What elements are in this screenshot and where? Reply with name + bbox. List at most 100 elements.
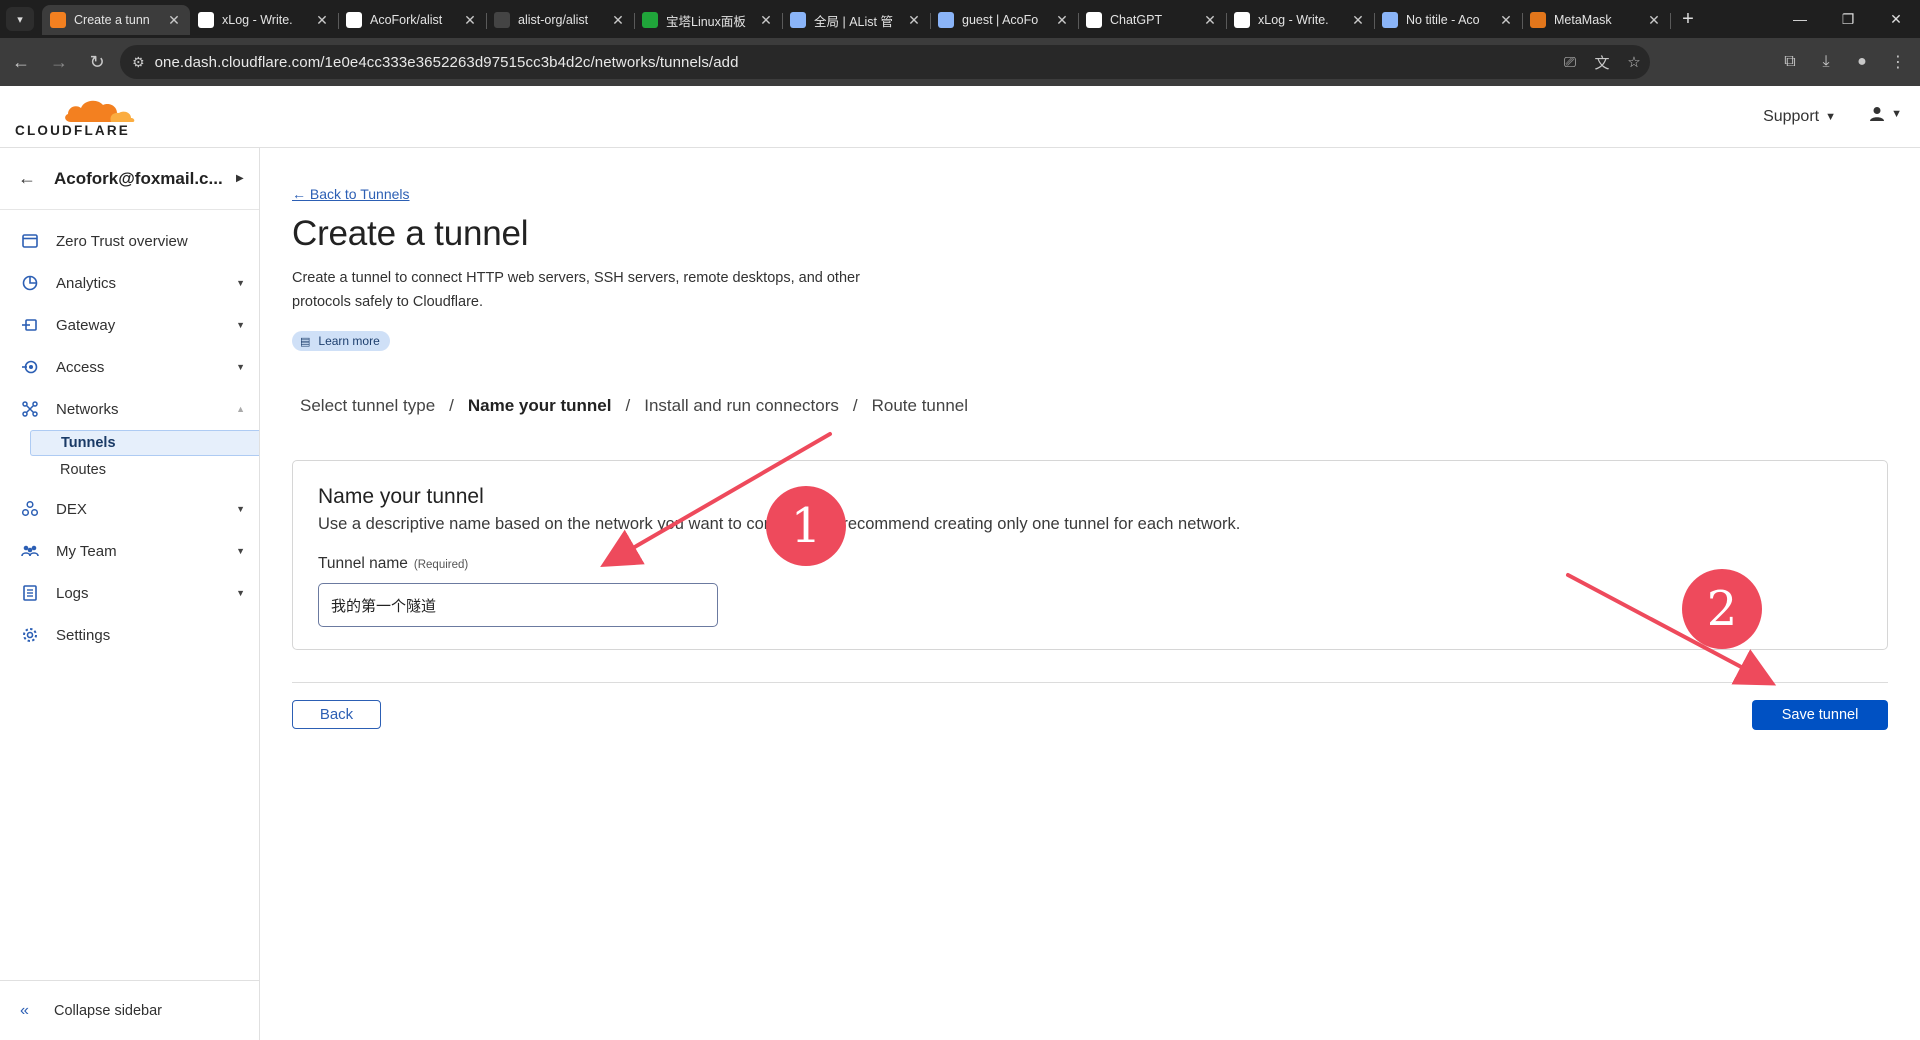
sidebar-item-analytics[interactable]: Analytics ▼ (0, 262, 259, 304)
close-tab-icon[interactable]: ✕ (1202, 12, 1218, 28)
browser-tab[interactable]: AcoFork/alist ✕ (338, 5, 487, 35)
browser-tab[interactable]: xLog - Write. ✕ (1226, 5, 1375, 35)
collapse-sidebar-button[interactable]: « Collapse sidebar (0, 980, 259, 1040)
tab-search-button[interactable]: ▾ (6, 7, 34, 31)
browser-tab[interactable]: guest | AcoFo ✕ (930, 5, 1079, 35)
browser-tab[interactable]: alist-org/alist ✕ (486, 5, 635, 35)
sidebar-item-label: Settings (56, 626, 111, 644)
close-tab-icon[interactable]: ✕ (1350, 12, 1366, 28)
chevron-down-icon: ▾ (17, 13, 23, 26)
wizard-step: Name your tunnel (467, 396, 612, 415)
caret-down-icon: ▼ (236, 278, 245, 288)
profile-icon[interactable]: ● (1844, 53, 1880, 71)
download-icon[interactable]: ⤓ (1808, 53, 1844, 71)
tunnel-name-label-text: Tunnel name (318, 555, 408, 572)
close-tab-icon[interactable]: ✕ (462, 12, 478, 28)
support-menu[interactable]: Support ▼ (1763, 108, 1836, 126)
close-tab-icon[interactable]: ✕ (758, 12, 774, 28)
restore-icon: ❐ (1841, 10, 1855, 27)
alist-favicon (790, 12, 806, 28)
caret-down-icon: ▼ (1825, 111, 1836, 123)
window-controls: — ❐ ✕ (1776, 0, 1920, 38)
browser-tab-label: 宝塔Linux面板 (666, 14, 746, 29)
toolbar-actions: ⧉ ⤓ ● ⋮ (1772, 45, 1916, 79)
breadcrumb-separator: / (852, 396, 858, 415)
account-switcher[interactable]: ← Acofork@foxmail.c... ▶ (0, 148, 259, 210)
account-name: Acofork@foxmail.c... (54, 168, 223, 188)
bookmark-star-icon[interactable]: ☆ (1618, 53, 1650, 71)
dex-icon (20, 500, 40, 518)
tunnel-name-input[interactable] (318, 583, 718, 627)
back-to-tunnels-link[interactable]: ← Back to Tunnels (292, 186, 410, 202)
new-tab-button[interactable]: + (1674, 5, 1702, 33)
sidebar-subitem-routes[interactable]: Routes (0, 456, 259, 484)
install-app-icon[interactable]: ⎚ (1554, 54, 1586, 71)
site-info-icon[interactable]: ⚙ (132, 54, 145, 71)
close-tab-icon[interactable]: ✕ (1054, 12, 1070, 28)
network-icon (20, 400, 40, 418)
sidebar: ← Acofork@foxmail.c... ▶ Zero Trust over… (0, 148, 260, 1040)
sidebar-item-gateway[interactable]: Gateway ▼ (0, 304, 259, 346)
sidebar-item-settings[interactable]: Settings (0, 614, 259, 656)
browser-tab[interactable]: No titile - Aco ✕ (1374, 5, 1523, 35)
close-window-button[interactable]: ✕ (1872, 0, 1920, 38)
arrow-left-icon: ← (12, 51, 30, 72)
form-divider (292, 682, 1888, 683)
minimize-button[interactable]: — (1776, 0, 1824, 38)
address-bar[interactable]: ⚙ one.dash.cloudflare.com/1e0e4cc333e365… (120, 45, 1650, 79)
arrow-left-icon[interactable]: ← (18, 168, 38, 189)
browser-tab[interactable]: Create a tunn ✕ (42, 5, 190, 35)
extensions-icon[interactable]: ⧉ (1772, 53, 1808, 71)
back-button[interactable]: Back (292, 700, 381, 729)
sidebar-item-logs[interactable]: Logs ▼ (0, 572, 259, 614)
close-tab-icon[interactable]: ✕ (906, 12, 922, 28)
sidebar-subitem-tunnels[interactable]: Tunnels (30, 430, 259, 456)
sidebar-item-label: Logs (56, 584, 89, 602)
browser-tab-label: MetaMask (1554, 13, 1612, 27)
learn-more-badge[interactable]: ▤ Learn more (292, 331, 390, 351)
browser-tab[interactable]: ChatGPT ✕ (1078, 5, 1227, 35)
sidebar-item-label: Access (56, 358, 105, 376)
wizard-step: Install and run connectors (644, 396, 839, 415)
close-tab-icon[interactable]: ✕ (1646, 12, 1662, 28)
translate-icon[interactable]: 文 (1586, 52, 1618, 73)
browser-tab[interactable]: xLog - Write. ✕ (190, 5, 339, 35)
forward-nav-button[interactable]: → (42, 45, 76, 79)
sidebar-item-dex[interactable]: DEX ▼ (0, 488, 259, 530)
back-nav-button[interactable]: ← (4, 45, 38, 79)
browser-tab[interactable]: MetaMask ✕ (1522, 5, 1671, 35)
double-chevron-left-icon: « (20, 1001, 29, 1019)
learn-more-label: Learn more (318, 334, 380, 348)
name-tunnel-card: Name your tunnel Use a descriptive name … (292, 460, 1888, 650)
github-favicon (494, 12, 510, 28)
close-tab-icon[interactable]: ✕ (166, 12, 182, 28)
wizard-step: Route tunnel (871, 396, 969, 415)
xlog-favicon (1234, 12, 1250, 28)
github-favicon (346, 12, 362, 28)
page-description: Create a tunnel to connect HTTP web serv… (292, 270, 860, 310)
caret-down-icon: ▼ (236, 320, 245, 330)
caret-down-icon: ▼ (236, 588, 245, 598)
close-tab-icon[interactable]: ✕ (1498, 12, 1514, 28)
breadcrumb-separator: / (625, 396, 631, 415)
browser-tab[interactable]: 全局 | AList 管 ✕ (782, 5, 931, 35)
browser-tab[interactable]: 宝塔Linux面板 ✕ (634, 5, 783, 35)
caret-up-icon: ▲ (236, 404, 245, 414)
kebab-menu-icon[interactable]: ⋮ (1880, 52, 1916, 72)
close-tab-icon[interactable]: ✕ (610, 12, 626, 28)
sidebar-item-zero-trust-overview[interactable]: Zero Trust overview (0, 220, 259, 262)
metamask-favicon (1530, 12, 1546, 28)
close-tab-icon[interactable]: ✕ (314, 12, 330, 28)
browser-tab-label: ChatGPT (1110, 13, 1163, 27)
browser-tab-label: No titile - Aco (1406, 13, 1480, 27)
reload-button[interactable]: ↻ (80, 45, 114, 79)
cloudflare-logo[interactable]: CLOUDFLARE (15, 96, 135, 140)
restore-button[interactable]: ❐ (1824, 0, 1872, 38)
sidebar-item-access[interactable]: Access ▼ (0, 346, 259, 388)
cloudflare-wordmark: CLOUDFLARE (15, 123, 130, 138)
user-menu[interactable]: ▼ (1869, 106, 1902, 122)
plus-icon: + (1682, 7, 1694, 30)
save-tunnel-button[interactable]: Save tunnel (1752, 700, 1888, 730)
sidebar-item-networks[interactable]: Networks ▲ (0, 388, 259, 430)
sidebar-item-my-team[interactable]: My Team ▼ (0, 530, 259, 572)
